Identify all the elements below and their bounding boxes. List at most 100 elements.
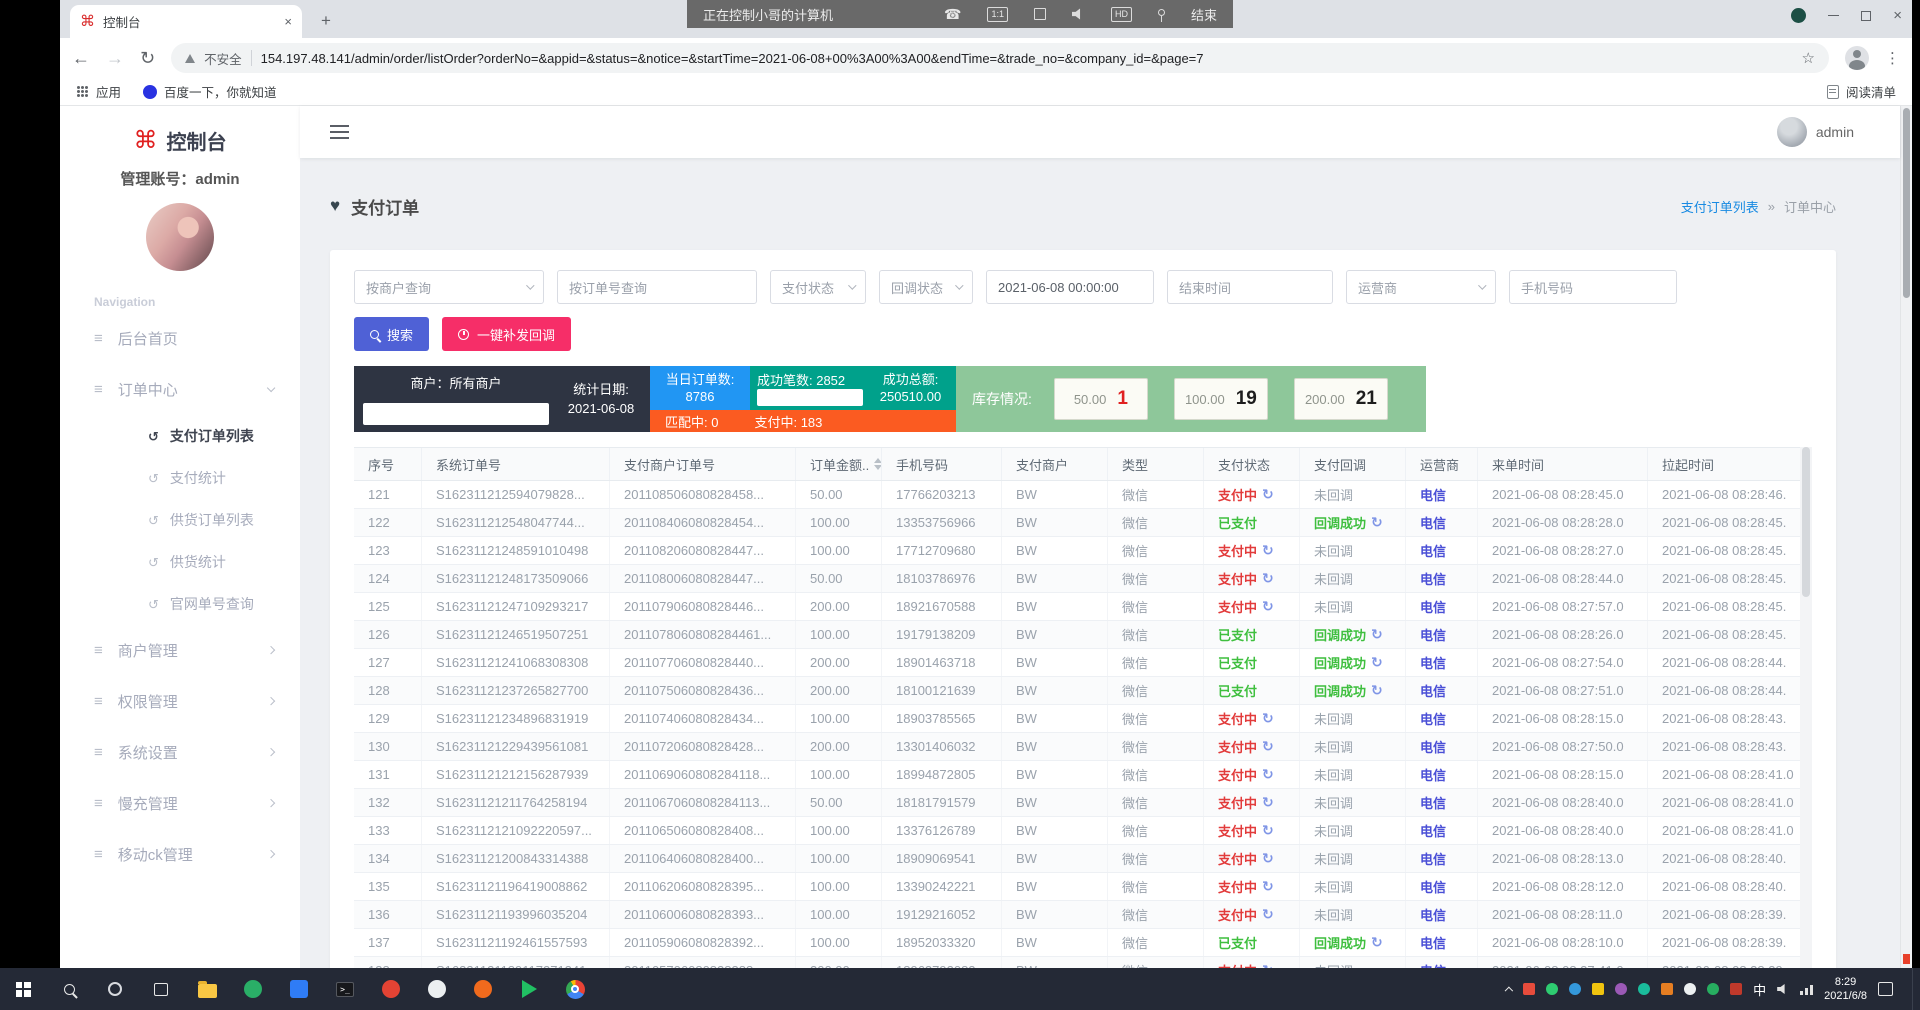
page-scrollbar[interactable] [1900, 106, 1912, 968]
column-header[interactable]: 订单金额.. [796, 448, 882, 480]
new-tab-button[interactable]: + [312, 7, 340, 35]
taskbar-search-icon[interactable] [46, 968, 92, 1010]
start-button[interactable] [0, 968, 46, 1010]
browser-tab[interactable]: ⌘ 控制台 × [70, 5, 302, 38]
reading-list-button[interactable]: 阅读清单 [1827, 82, 1896, 101]
task-view-icon[interactable] [138, 968, 184, 1010]
filter-select-回调状态[interactable]: 回调状态 [879, 270, 973, 304]
hamburger-menu-icon[interactable] [330, 125, 349, 139]
refresh-icon[interactable]: ↻ [1262, 906, 1274, 923]
refresh-icon[interactable]: ↻ [1262, 486, 1274, 503]
table-scrollbar[interactable] [1800, 447, 1812, 968]
terminal-icon[interactable]: >_ [322, 968, 368, 1010]
action-center-icon[interactable] [1878, 982, 1893, 996]
minimize-button[interactable] [1828, 15, 1839, 17]
header-user[interactable]: admin [1777, 117, 1854, 147]
bookmark-star-icon[interactable]: ☆ [1802, 49, 1815, 67]
breadcrumb-link[interactable]: 支付订单列表 [1681, 197, 1759, 216]
filter-input-按订单号查询[interactable]: 按订单号查询 [557, 270, 757, 304]
filter-input-2021-06-08 00:00:00[interactable]: 2021-06-08 00:00:00 [986, 270, 1154, 304]
merchant-select[interactable] [363, 403, 549, 425]
refresh-icon[interactable]: ↻ [1262, 822, 1274, 839]
sidebar-subitem-供货订单列表[interactable]: ↺供货订单列表 [60, 499, 300, 541]
reload-button[interactable]: ↻ [140, 49, 155, 67]
app-orange-icon[interactable] [460, 968, 506, 1010]
pin-icon[interactable] [1158, 9, 1165, 16]
maximize-button[interactable] [1861, 11, 1871, 21]
tray-app-purple-icon[interactable] [1615, 983, 1627, 995]
page-scroll-thumb[interactable] [1903, 108, 1910, 298]
resend-callback-button[interactable]: 一键补发回调 [442, 317, 571, 351]
tray-app-red-icon[interactable] [1523, 983, 1535, 995]
tray-app-green2-icon[interactable] [1707, 983, 1719, 995]
app-red-icon[interactable] [368, 968, 414, 1010]
sidebar-item-系统设置[interactable]: ≡系统设置 [60, 727, 300, 778]
search-button[interactable]: 搜索 [354, 317, 429, 351]
tray-app-orange-icon[interactable] [1661, 983, 1673, 995]
fit-screen-icon[interactable] [1034, 8, 1046, 20]
filter-select-支付状态[interactable]: 支付状态 [770, 270, 866, 304]
sidebar-subitem-官网单号查询[interactable]: ↺官网单号查询 [60, 583, 300, 625]
scale-1-1-button[interactable]: 1:1 [987, 7, 1008, 22]
success-select[interactable] [757, 389, 863, 406]
sidebar-item-权限管理[interactable]: ≡权限管理 [60, 676, 300, 727]
refresh-icon[interactable]: ↻ [1262, 794, 1274, 811]
address-bar[interactable]: 不安全 154.197.48.141/admin/order/listOrder… [171, 43, 1829, 73]
tray-app-teal-icon[interactable] [1638, 983, 1650, 995]
sidebar-item-慢充管理[interactable]: ≡慢充管理 [60, 778, 300, 829]
back-button[interactable]: ← [72, 49, 90, 67]
taskbar-clock[interactable]: 8:292021/6/8 [1824, 975, 1867, 1003]
refresh-icon[interactable]: ↻ [1371, 934, 1383, 951]
refresh-icon[interactable]: ↻ [1262, 598, 1274, 615]
refresh-icon[interactable]: ↻ [1262, 850, 1274, 867]
app-gray-icon[interactable] [414, 968, 460, 1010]
tray-app-white-icon[interactable] [1684, 983, 1696, 995]
tray-app-red2-icon[interactable] [1730, 983, 1742, 995]
call-icon[interactable]: ☎ [944, 6, 961, 23]
volume-icon[interactable] [1777, 984, 1789, 995]
filter-select-运营商[interactable]: 运营商 [1346, 270, 1496, 304]
sidebar-item-商户管理[interactable]: ≡商户管理 [60, 625, 300, 676]
sidebar-subitem-支付统计[interactable]: ↺支付统计 [60, 457, 300, 499]
table-scroll-thumb[interactable] [1802, 447, 1810, 597]
profile-avatar-icon[interactable] [1845, 46, 1869, 70]
refresh-icon[interactable]: ↻ [1371, 514, 1383, 531]
sidebar-item-订单中心[interactable]: ≡订单中心 [60, 364, 300, 415]
tray-app-blue-icon[interactable] [1569, 983, 1581, 995]
close-button[interactable]: × [1893, 8, 1902, 23]
sidebar-subitem-供货统计[interactable]: ↺供货统计 [60, 541, 300, 583]
media-player-icon[interactable] [506, 968, 552, 1010]
cortana-icon[interactable] [92, 968, 138, 1010]
input-method-indicator[interactable]: 中 [1753, 980, 1766, 999]
sidebar-item-移动ck管理[interactable]: ≡移动ck管理 [60, 829, 300, 880]
end-session-button[interactable]: 结束 [1191, 5, 1217, 24]
sidebar-subitem-支付订单列表[interactable]: ↺支付订单列表 [60, 415, 300, 457]
refresh-icon[interactable]: ↻ [1371, 682, 1383, 699]
refresh-icon[interactable]: ↻ [1262, 878, 1274, 895]
filter-select-按商户查询[interactable]: 按商户查询 [354, 270, 544, 304]
refresh-icon[interactable]: ↻ [1262, 710, 1274, 727]
bookmark-apps[interactable]: 应用 [76, 82, 121, 101]
network-icon[interactable] [1800, 984, 1813, 995]
refresh-icon[interactable]: ↻ [1262, 766, 1274, 783]
tab-close-icon[interactable]: × [284, 14, 292, 29]
refresh-icon[interactable]: ↻ [1371, 626, 1383, 643]
bookmark-baidu[interactable]: 百度一下，你就知道 [143, 82, 277, 101]
filter-input-结束时间[interactable]: 结束时间 [1167, 270, 1333, 304]
tray-expand-icon[interactable] [1505, 986, 1513, 994]
app-green-icon[interactable] [230, 968, 276, 1010]
tray-app-green-icon[interactable] [1546, 983, 1558, 995]
refresh-icon[interactable]: ↻ [1262, 542, 1274, 559]
forward-button[interactable]: → [106, 49, 124, 67]
show-desktop-button[interactable] [1912, 968, 1918, 1010]
tray-app-yellow-icon[interactable] [1592, 983, 1604, 995]
refresh-icon[interactable]: ↻ [1371, 654, 1383, 671]
refresh-icon[interactable]: ↻ [1262, 738, 1274, 755]
refresh-icon[interactable]: ↻ [1262, 570, 1274, 587]
filter-input-手机号码[interactable]: 手机号码 [1509, 270, 1677, 304]
sidebar-item-后台首页[interactable]: ≡后台首页 [60, 313, 300, 364]
chrome-icon[interactable] [552, 968, 598, 1010]
record-indicator-icon[interactable] [1791, 8, 1806, 23]
app-blue-icon[interactable] [276, 968, 322, 1010]
hd-quality-button[interactable]: HD [1111, 7, 1132, 22]
